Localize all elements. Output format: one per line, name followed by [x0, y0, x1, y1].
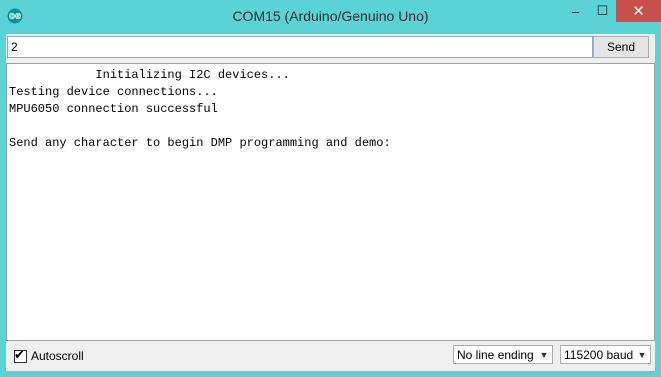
- status-bar: ✔ Autoscroll No line ending ▼ 115200 bau…: [6, 341, 655, 371]
- output-line: Initializing I2C devices...: [9, 68, 290, 82]
- output-line: Send any character to begin DMP programm…: [9, 136, 391, 150]
- maximize-button[interactable]: ☐: [589, 0, 616, 22]
- autoscroll-checkbox[interactable]: ✔: [14, 346, 27, 363]
- serial-input[interactable]: [7, 36, 593, 58]
- serial-output[interactable]: Initializing I2C devices... Testing devi…: [6, 63, 655, 341]
- serial-monitor: Send Initializing I2C devices... Testing…: [6, 34, 655, 371]
- autoscroll-toggle[interactable]: ✔ Autoscroll: [14, 346, 84, 363]
- title-bar[interactable]: COM15 (Arduino/Genuino Uno) – ☐ ✕: [0, 0, 661, 34]
- chevron-down-icon: ▼: [539, 349, 549, 360]
- autoscroll-label: Autoscroll: [31, 349, 84, 363]
- close-button[interactable]: ✕: [616, 0, 661, 22]
- send-button[interactable]: Send: [593, 36, 649, 58]
- output-line: MPU6050 connection successful: [9, 102, 218, 116]
- line-ending-value: No line ending: [457, 347, 534, 362]
- input-row: Send: [6, 34, 655, 63]
- baud-rate-value: 115200 baud: [564, 347, 634, 362]
- chevron-down-icon: ▼: [637, 349, 647, 360]
- minimize-button[interactable]: –: [562, 0, 589, 22]
- line-ending-select[interactable]: No line ending ▼: [453, 345, 553, 364]
- checkmark-icon: ✔: [14, 346, 25, 362]
- baud-rate-select[interactable]: 115200 baud ▼: [560, 345, 651, 364]
- output-line: Testing device connections...: [9, 85, 218, 99]
